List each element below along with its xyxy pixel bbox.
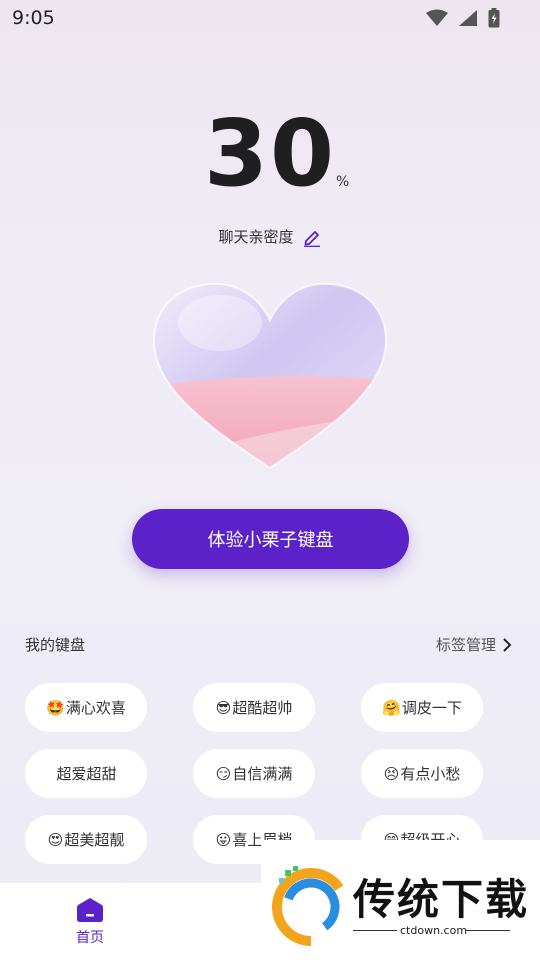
tag-chip[interactable]: 😏 自信满满 (193, 749, 315, 798)
chevron-right-icon (503, 637, 512, 652)
tag-label: 满心欢喜 (65, 699, 126, 717)
try-keyboard-button[interactable]: 体验小栗子键盘 (132, 509, 409, 569)
score-unit: % (336, 174, 350, 190)
tag-label: 超美超靓 (64, 831, 125, 849)
score-value: 30 (203, 100, 337, 207)
signal-icon (459, 10, 477, 26)
emoji-icon: 😏 (215, 764, 232, 783)
tab-home[interactable]: 首页 (60, 897, 120, 947)
edit-icon[interactable] (302, 227, 322, 247)
tab-home-label: 首页 (76, 930, 104, 946)
status-icons (426, 8, 500, 28)
emoji-icon: 🤩 (46, 698, 65, 717)
emoji-icon: 😣 (383, 764, 400, 783)
tag-label: 自信满满 (232, 765, 293, 783)
status-time: 9:05 (12, 7, 55, 29)
emoji-icon: 😍 (47, 830, 64, 849)
heart-illustration (152, 282, 388, 470)
tag-chip[interactable]: 😎 超酷超帅 (193, 683, 315, 732)
watermark-rule-left (353, 930, 397, 931)
tag-chip[interactable]: 😣 有点小愁 (361, 749, 483, 798)
tag-label: 有点小愁 (400, 765, 461, 783)
home-icon (77, 898, 103, 922)
watermark-url: ctdown.com (400, 924, 468, 937)
intimacy-score: 30 (0, 100, 540, 207)
tag-label: 调皮一下 (401, 699, 462, 717)
watermark-rule-right (466, 930, 510, 931)
tag-label: 超爱超甜 (56, 765, 117, 783)
tag-label: 超酷超帅 (232, 699, 293, 717)
emoji-icon: 🤗 (382, 698, 401, 717)
battery-icon (488, 8, 500, 28)
ctdown-logo (272, 866, 350, 946)
tag-chip[interactable]: 超爱超甜 (25, 749, 147, 798)
tag-management-label: 标签管理 (435, 636, 496, 654)
site-watermark: 传统下载 ctdown.com (261, 840, 540, 960)
keyboard-tag-grid: 🤩 满心欢喜 😎 超酷超帅 🤗 调皮一下 超爱超甜 😏 自信满满 😣 有点小愁 😍 超美超靓… (25, 683, 485, 864)
status-bar: 9:05 (0, 0, 540, 36)
intimacy-row: 聊天亲密度 (0, 226, 540, 247)
wifi-icon (426, 9, 448, 26)
tag-chip[interactable]: 🤩 满心欢喜 (25, 683, 147, 732)
my-keyboard-title: 我的键盘 (25, 636, 86, 654)
tag-chip[interactable]: 🤗 调皮一下 (361, 683, 483, 732)
watermark-text: 传统下载 (353, 875, 530, 924)
tag-management-link[interactable]: 标签管理 (436, 634, 512, 655)
tag-chip[interactable]: 😍 超美超靓 (25, 815, 147, 864)
intimacy-label: 聊天亲密度 (218, 228, 294, 246)
emoji-icon: 😛 (215, 830, 232, 849)
emoji-icon: 😎 (215, 698, 232, 717)
